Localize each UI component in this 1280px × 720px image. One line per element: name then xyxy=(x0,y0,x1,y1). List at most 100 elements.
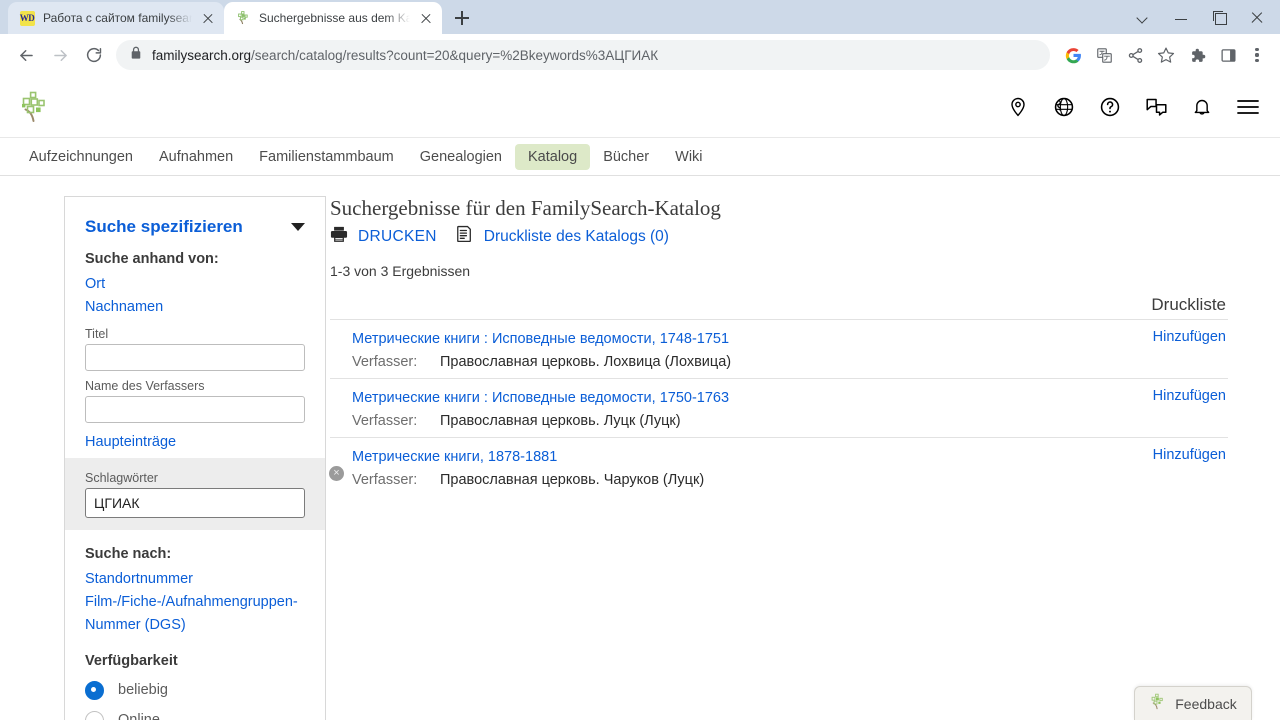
reload-icon[interactable] xyxy=(78,39,110,71)
feedback-label: Feedback xyxy=(1175,695,1237,712)
new-tab-button[interactable] xyxy=(448,4,476,32)
sidebar-link-haupteintraege[interactable]: Haupteinträge xyxy=(85,431,305,454)
sidebar-link-standortnummer[interactable]: Standortnummer xyxy=(85,568,305,591)
nav-item-aufnahmen[interactable]: Aufnahmen xyxy=(146,144,246,170)
add-to-print-list-link[interactable]: Hinzufügen xyxy=(1153,329,1228,345)
refine-search-panel: Suche spezifizieren Suche anhand von: Or… xyxy=(64,196,344,720)
sidebar-title: Suche spezifizieren xyxy=(85,217,243,236)
menu-dots-icon[interactable] xyxy=(1244,40,1270,70)
keywords-input[interactable] xyxy=(85,488,305,518)
author-label: Verfasser: xyxy=(352,354,418,370)
caret-down-icon[interactable] xyxy=(291,223,305,231)
author-field-label: Name des Verfassers xyxy=(85,379,205,393)
globe-icon[interactable] xyxy=(1052,95,1076,119)
page-content: Aufzeichnungen Aufnahmen Familienstammba… xyxy=(0,76,1280,720)
address-bar[interactable]: familysearch.org/search/catalog/results?… xyxy=(116,40,1050,70)
url-path: /search/catalog/results?count=20&query=%… xyxy=(251,47,659,63)
result-title-link[interactable]: Метрические книги, 1878-1881 xyxy=(352,449,557,465)
feedback-button[interactable]: Feedback xyxy=(1134,686,1252,720)
close-circle-icon[interactable]: × xyxy=(329,466,344,481)
availability-option-beliebig[interactable]: beliebig xyxy=(85,675,305,705)
tab-title: Suchergebnisse aus dem Katalog xyxy=(259,11,410,25)
author-value: Православная церковь. Луцк (Луцк) xyxy=(440,413,681,429)
browser-chrome: WD Работа с сайтом familysearch.org Such… xyxy=(0,0,1280,76)
table-row: Метрические книги : Исповедные ведомости… xyxy=(330,319,1228,378)
url-text: familysearch.org/search/catalog/results?… xyxy=(152,48,658,63)
browser-tab-1[interactable]: WD Работа с сайтом familysearch.org xyxy=(8,2,224,34)
add-to-print-list-link[interactable]: Hinzufügen xyxy=(1153,447,1228,463)
help-circle-icon[interactable] xyxy=(1098,95,1122,119)
forward-arrow-icon xyxy=(44,39,76,71)
word-document-icon: WD xyxy=(19,10,35,26)
result-title-link[interactable]: Метрические книги : Исповедные ведомости… xyxy=(352,390,729,406)
nav-item-familienstammbaum[interactable]: Familienstammbaum xyxy=(246,144,407,170)
translate-icon[interactable] xyxy=(1089,40,1119,70)
author-input[interactable] xyxy=(85,396,305,423)
maximize-icon[interactable] xyxy=(1200,2,1238,32)
sidebar-link-ort[interactable]: Ort xyxy=(85,273,305,296)
results-column: Suchergebnisse für den FamilySearch-Kata… xyxy=(330,196,1280,720)
hamburger-menu-icon[interactable] xyxy=(1236,95,1260,119)
search-for-section: Suche nach: Standortnummer Film-/Fiche-/… xyxy=(65,546,325,720)
header-icon-group xyxy=(1006,95,1260,119)
document-list-icon[interactable] xyxy=(455,225,474,249)
sidebar-column: Suche spezifizieren Suche anhand von: Or… xyxy=(0,196,344,720)
window-controls xyxy=(1124,0,1276,34)
minimize-icon[interactable] xyxy=(1162,2,1200,32)
nav-item-buecher[interactable]: Bücher xyxy=(590,144,662,170)
nav-item-wiki[interactable]: Wiki xyxy=(662,144,715,170)
result-title-link[interactable]: Метрические книги : Исповедные ведомости… xyxy=(352,331,729,347)
google-icon[interactable] xyxy=(1058,40,1088,70)
title-input[interactable] xyxy=(85,344,305,371)
print-link[interactable]: DRUCKEN xyxy=(358,228,437,246)
sidebar-link-dgs-nummer[interactable]: Film-/Fiche-/Aufnahmengruppen-Nummer (DG… xyxy=(85,591,305,637)
add-to-print-list-link[interactable]: Hinzufügen xyxy=(1153,388,1228,404)
chevron-down-icon[interactable] xyxy=(1124,2,1162,32)
result-details: Метрические книги : Исповедные ведомости… xyxy=(330,388,1153,429)
table-row: Метрические книги : Исповедные ведомости… xyxy=(330,378,1228,437)
share-icon[interactable] xyxy=(1120,40,1150,70)
familysearch-tree-logo[interactable] xyxy=(14,87,54,127)
author-label: Verfasser: xyxy=(352,472,418,488)
keywords-section: × Schlagwörter xyxy=(65,458,344,530)
lock-icon xyxy=(130,46,142,65)
result-author: Verfasser: Православная церковь. Лохвица… xyxy=(352,354,1153,370)
back-arrow-icon[interactable] xyxy=(10,39,42,71)
sidebar-header[interactable]: Suche spezifizieren xyxy=(65,197,325,237)
result-author: Verfasser: Православная церковь. Чаруков… xyxy=(352,472,1153,488)
chat-bubbles-icon[interactable] xyxy=(1144,95,1168,119)
tab-close-icon[interactable] xyxy=(200,10,216,26)
radio-beliebig[interactable] xyxy=(85,680,104,700)
nav-item-aufzeichnungen[interactable]: Aufzeichnungen xyxy=(16,144,146,170)
search-by-heading: Suche anhand von: xyxy=(85,251,219,267)
result-author: Verfasser: Православная церковь. Луцк (Л… xyxy=(352,413,1153,429)
sidebar-link-nachnamen[interactable]: Nachnamen xyxy=(85,296,305,319)
radio-label-beliebig: beliebig xyxy=(118,682,168,698)
tab-title: Работа с сайтом familysearch.org xyxy=(43,11,192,25)
search-for-heading: Suche nach: xyxy=(85,546,172,562)
nav-item-genealogien[interactable]: Genealogien xyxy=(407,144,515,170)
tab-strip: WD Работа с сайтом familysearch.org Such… xyxy=(0,0,1280,34)
bell-icon[interactable] xyxy=(1190,95,1214,119)
bookmark-star-icon[interactable] xyxy=(1151,40,1181,70)
extensions-puzzle-icon[interactable] xyxy=(1182,40,1212,70)
page-title: Suchergebnisse für den FamilySearch-Kata… xyxy=(330,196,721,220)
close-window-icon[interactable] xyxy=(1238,2,1276,32)
print-actions: DRUCKEN Druckliste des Katalogs (0) xyxy=(330,225,1228,249)
availability-option-online[interactable]: Online xyxy=(85,705,305,720)
result-details: Метрические книги, 1878-1881 Verfasser: … xyxy=(330,447,1153,488)
print-list-column-header: Druckliste xyxy=(1151,295,1226,314)
nav-item-katalog[interactable]: Katalog xyxy=(515,143,591,170)
author-value: Православная церковь. Лохвица (Лохвица) xyxy=(440,354,732,370)
print-list-link[interactable]: Druckliste des Katalogs (0) xyxy=(484,228,669,246)
sidepanel-icon[interactable] xyxy=(1213,40,1243,70)
printer-icon[interactable] xyxy=(330,226,348,248)
browser-tab-2[interactable]: Suchergebnisse aus dem Katalog xyxy=(224,2,442,34)
result-details: Метрические книги : Исповедные ведомости… xyxy=(330,329,1153,370)
browser-toolbar: familysearch.org/search/catalog/results?… xyxy=(0,34,1280,76)
tab-close-icon[interactable] xyxy=(418,10,434,26)
location-pin-icon[interactable] xyxy=(1006,95,1030,119)
radio-online[interactable] xyxy=(85,710,104,720)
site-header xyxy=(0,76,1280,138)
author-value: Православная церковь. Чаруков (Луцк) xyxy=(440,472,705,488)
